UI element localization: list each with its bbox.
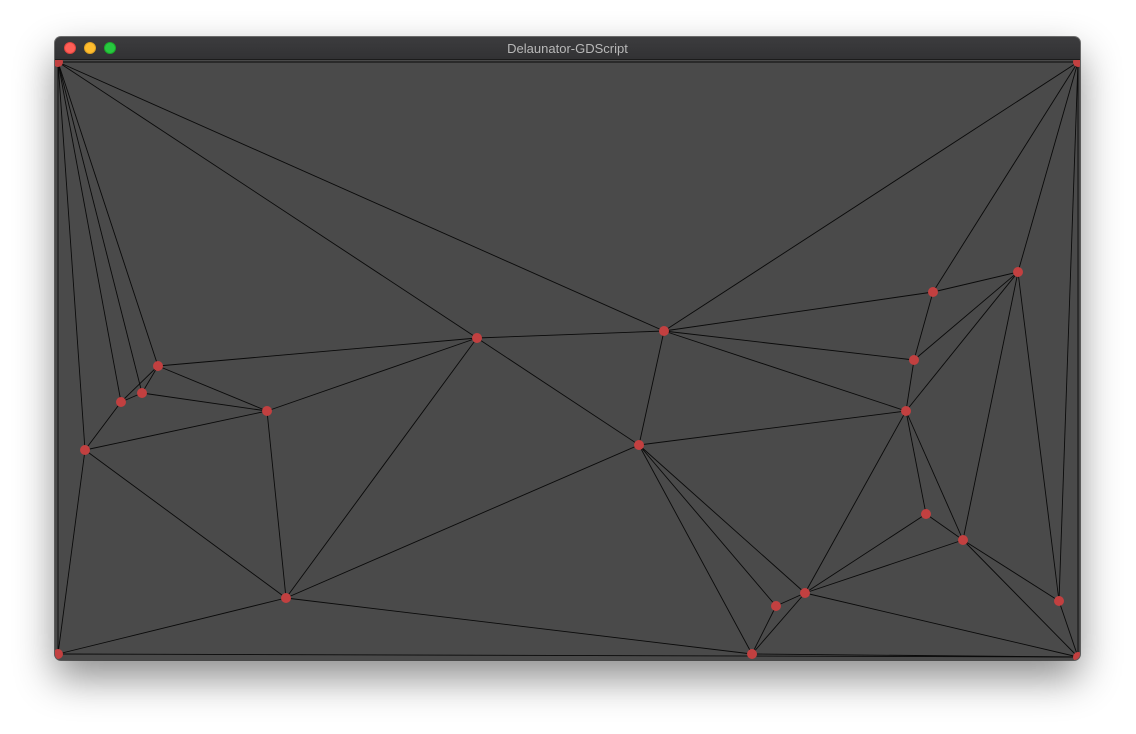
triangulation-point	[153, 361, 163, 371]
triangulation-edge	[266, 410, 287, 599]
title-bar[interactable]: Delaunator-GDScript	[55, 37, 1080, 60]
triangulation-edge	[285, 337, 478, 599]
triangulation-edge	[57, 61, 665, 332]
triangulation-edge	[638, 330, 665, 446]
triangulation-edge	[1017, 61, 1079, 273]
triangulation-point	[747, 649, 757, 659]
triangulation-edge	[804, 539, 964, 594]
app-window: Delaunator-GDScript	[55, 37, 1080, 660]
triangulation-edge	[663, 291, 934, 332]
triangulation-edge	[804, 410, 907, 594]
triangulation-point	[80, 445, 90, 455]
triangulation-edge	[1058, 61, 1079, 602]
triangulation-edge	[932, 271, 1019, 293]
triangulation-edge	[476, 337, 640, 446]
triangulation-point	[55, 649, 63, 659]
triangulation-point	[909, 355, 919, 365]
triangulation-edge	[663, 330, 915, 361]
triangulation-point	[281, 593, 291, 603]
triangulation-edge	[962, 539, 1060, 602]
triangulation-edge	[266, 337, 478, 412]
triangulation-edge	[663, 61, 1079, 332]
triangulation-edge	[84, 449, 287, 599]
triangulation-point	[659, 326, 669, 336]
triangulation-edge	[905, 410, 964, 541]
triangulation-edge	[638, 444, 753, 655]
triangulation-edge	[57, 61, 478, 339]
triangulation-edge	[476, 330, 665, 339]
triangulation-edge	[638, 410, 907, 446]
triangulation-edge	[141, 392, 268, 412]
triangulation-point	[921, 509, 931, 519]
triangulation-edge	[913, 291, 934, 361]
triangulation-edge	[57, 61, 143, 394]
triangulation-edge	[905, 359, 915, 412]
triangulation-edge	[905, 410, 927, 515]
triangulation-edge	[804, 513, 927, 594]
delaunay-triangulation	[55, 60, 1080, 660]
triangulation-edge	[1017, 271, 1060, 602]
triangulation-edge	[804, 592, 1079, 658]
triangulation-edge	[962, 271, 1019, 541]
triangulation-point	[928, 287, 938, 297]
triangulation-point	[901, 406, 911, 416]
triangulation-edge	[1058, 600, 1079, 658]
triangulation-edge	[157, 337, 478, 367]
triangulation-point	[958, 535, 968, 545]
triangulation-point	[1054, 596, 1064, 606]
triangulation-point	[55, 60, 63, 67]
triangulation-edge	[57, 61, 122, 403]
window-title: Delaunator-GDScript	[507, 41, 628, 56]
triangulation-edge	[57, 597, 287, 655]
triangulation-edge	[638, 444, 777, 607]
triangulation-point	[472, 333, 482, 343]
triangulation-edge	[157, 365, 268, 412]
triangulation-point	[137, 388, 147, 398]
triangulation-point	[262, 406, 272, 416]
triangulation-edge	[57, 61, 86, 451]
triangulation-point	[800, 588, 810, 598]
triangulation-point	[634, 440, 644, 450]
triangulation-edge	[285, 444, 640, 599]
triangulation-edge	[932, 61, 1079, 293]
triangulation-edge	[84, 401, 122, 451]
triangulation-point	[1013, 267, 1023, 277]
triangulation-point	[116, 397, 126, 407]
triangulation-edge	[905, 271, 1019, 412]
triangulation-edge	[84, 410, 268, 451]
triangulation-edge	[57, 449, 86, 655]
triangulation-edge	[57, 61, 159, 367]
triangulation-edge	[663, 330, 907, 412]
triangulation-edge	[638, 444, 806, 594]
triangulation-point	[1073, 60, 1080, 67]
triangulation-point	[771, 601, 781, 611]
triangulation-canvas[interactable]	[55, 60, 1080, 660]
triangulation-edge	[285, 597, 753, 655]
